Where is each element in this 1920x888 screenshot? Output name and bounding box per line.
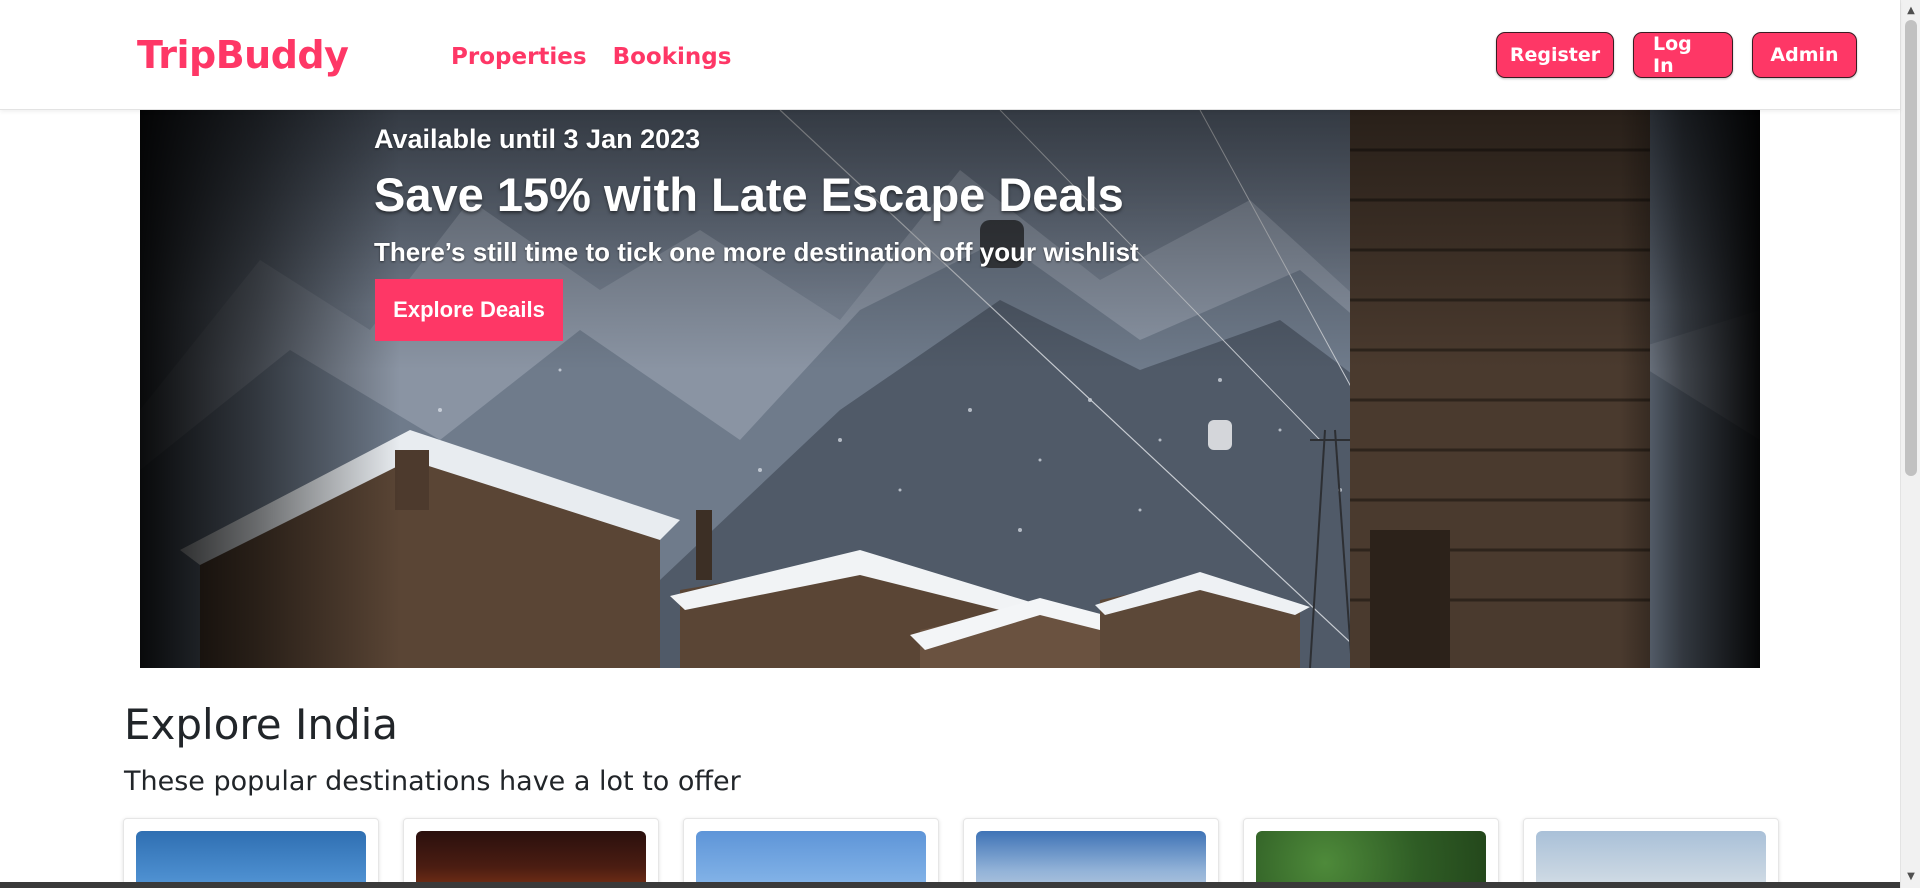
destination-card[interactable]	[1523, 818, 1779, 888]
destination-card[interactable]	[123, 818, 379, 888]
destination-card[interactable]	[683, 818, 939, 888]
nav-actions: Register Log In Admin	[1496, 32, 1857, 78]
scrollbar-thumb[interactable]	[1905, 20, 1917, 476]
destination-card[interactable]	[403, 818, 659, 888]
login-button[interactable]: Log In	[1633, 32, 1733, 78]
register-button[interactable]: Register	[1496, 32, 1614, 78]
explore-deals-button[interactable]: Explore Deails	[375, 278, 563, 341]
destination-card[interactable]	[1243, 818, 1499, 888]
main-nav: Properties Bookings	[451, 44, 731, 70]
navbar: TripBuddy Properties Bookings Register L…	[0, 0, 1900, 110]
vertical-scrollbar[interactable]: ▲ ▼	[1900, 0, 1920, 888]
destination-image	[136, 831, 366, 888]
hero-shade-right	[1620, 110, 1760, 668]
destination-card[interactable]	[963, 818, 1219, 888]
nav-link-bookings[interactable]: Bookings	[613, 44, 732, 70]
destination-image	[416, 831, 646, 888]
destination-image	[1256, 831, 1486, 888]
hero-title: Save 15% with Late Escape Deals	[374, 168, 1124, 221]
hero-subtitle: There’s still time to tick one more dest…	[374, 236, 1139, 267]
destination-image	[1536, 831, 1766, 888]
brand-logo[interactable]: TripBuddy	[137, 33, 349, 77]
scroll-down-icon[interactable]: ▼	[1905, 870, 1917, 884]
destination-image	[976, 831, 1206, 888]
section-subtitle: These popular destinations have a lot to…	[124, 766, 741, 797]
window-bottom-edge	[0, 882, 1900, 888]
destination-image	[696, 831, 926, 888]
hero-shade-left	[140, 110, 400, 668]
hero-content: Available until 3 Jan 2023 Save 15% with…	[374, 124, 1139, 341]
destination-cards	[123, 818, 1779, 888]
nav-link-properties[interactable]: Properties	[451, 44, 587, 70]
scroll-up-icon[interactable]: ▲	[1905, 4, 1917, 18]
hero-banner: Available until 3 Jan 2023 Save 15% with…	[140, 110, 1760, 668]
admin-button[interactable]: Admin	[1752, 32, 1857, 78]
section-title: Explore India	[124, 700, 399, 749]
hero-availability: Available until 3 Jan 2023	[374, 124, 701, 154]
